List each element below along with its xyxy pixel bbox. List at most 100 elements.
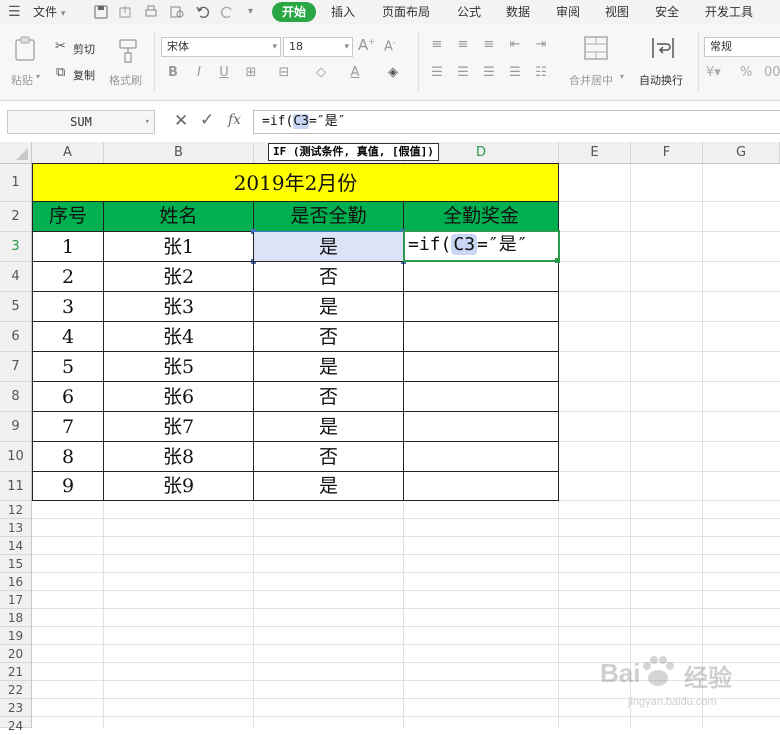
decrease-font-icon[interactable]: A- xyxy=(384,38,396,54)
table-cell[interactable] xyxy=(404,262,559,292)
table-cell[interactable]: 张4 xyxy=(104,322,254,352)
increase-font-icon[interactable]: A+ xyxy=(358,36,375,54)
font-color-icon[interactable]: A xyxy=(347,65,363,81)
table-cell[interactable]: 是 xyxy=(254,352,404,382)
table-cell[interactable]: 4 xyxy=(32,322,104,352)
tab-developer[interactable]: 开发工具 xyxy=(705,0,753,24)
justify-icon[interactable]: ☰ xyxy=(507,65,523,81)
table-cell[interactable]: 8 xyxy=(32,442,104,472)
row-header-4[interactable]: 4 xyxy=(0,262,32,292)
table-cell[interactable]: 是 xyxy=(254,232,404,262)
table-cell[interactable]: 张8 xyxy=(104,442,254,472)
merge-style-icon[interactable]: ⊟ xyxy=(276,65,292,81)
column-header-e[interactable]: E xyxy=(559,142,631,164)
table-cell[interactable]: 9 xyxy=(32,472,104,501)
header-cell-name[interactable]: 姓名 xyxy=(104,202,254,232)
sheet-title-cell[interactable]: 2019年2月份 xyxy=(32,163,559,202)
row-header-13[interactable]: 13 xyxy=(0,519,32,537)
thousands-separator-icon[interactable]: 00 xyxy=(764,65,780,80)
row-header-11[interactable]: 11 xyxy=(0,472,32,501)
column-header-g[interactable]: G xyxy=(703,142,780,164)
table-cell[interactable] xyxy=(404,412,559,442)
table-cell[interactable] xyxy=(404,352,559,382)
row-header-17[interactable]: 17 xyxy=(0,591,32,609)
row-header-1[interactable]: 1 xyxy=(0,164,32,202)
column-header-a[interactable]: A xyxy=(32,142,104,164)
table-cell[interactable]: 张2 xyxy=(104,262,254,292)
confirm-icon[interactable]: ✓ xyxy=(200,110,214,130)
tab-start[interactable]: 开始 xyxy=(272,2,316,22)
distribute-icon[interactable]: ☷ xyxy=(533,65,549,81)
row-header-21[interactable]: 21 xyxy=(0,663,32,681)
table-cell[interactable]: 2 xyxy=(32,262,104,292)
format-painter-button[interactable]: 格式刷 xyxy=(108,30,148,90)
row-header-12[interactable]: 12 xyxy=(0,501,32,519)
column-header-b[interactable]: B xyxy=(104,142,254,164)
row-header-10[interactable]: 10 xyxy=(0,442,32,472)
header-cell-seq[interactable]: 序号 xyxy=(32,202,104,232)
table-cell[interactable]: 是 xyxy=(254,472,404,501)
quick-access-dropdown-icon[interactable]: ▾ xyxy=(248,0,253,24)
percent-icon[interactable]: % xyxy=(740,65,752,80)
header-cell-bonus[interactable]: 全勤奖金 xyxy=(404,202,559,232)
column-header-f[interactable]: F xyxy=(631,142,703,164)
row-header-22[interactable]: 22 xyxy=(0,681,32,699)
align-left-icon[interactable]: ☰ xyxy=(429,65,445,81)
row-header-9[interactable]: 9 xyxy=(0,412,32,442)
row-header-6[interactable]: 6 xyxy=(0,322,32,352)
table-cell[interactable]: 3 xyxy=(32,292,104,322)
tab-view[interactable]: 视图 xyxy=(605,0,629,24)
underline-icon[interactable]: U xyxy=(216,65,232,81)
copy-button[interactable]: ⧉ 复制 xyxy=(55,65,105,83)
align-bottom-icon[interactable]: ≡ xyxy=(481,37,497,53)
number-format-select[interactable]: 常规 xyxy=(704,37,780,57)
cancel-icon[interactable]: ✕ xyxy=(174,111,188,131)
currency-icon[interactable]: ¥▾ xyxy=(706,65,721,80)
decrease-indent-icon[interactable]: ⇤ xyxy=(507,37,523,53)
table-cell[interactable]: 6 xyxy=(32,382,104,412)
border-icon[interactable]: ⊞ xyxy=(243,65,259,81)
tab-security[interactable]: 安全 xyxy=(655,0,679,24)
name-box[interactable]: SUM ▾ xyxy=(7,110,155,134)
row-header-5[interactable]: 5 xyxy=(0,292,32,322)
cut-button[interactable]: ✂ 剪切 xyxy=(55,39,105,57)
print-preview-icon[interactable] xyxy=(170,5,184,19)
font-size-select[interactable]: 18 ▾ xyxy=(283,37,353,57)
merge-center-button[interactable]: 合并居中 ▾ xyxy=(565,30,627,90)
formula-input[interactable]: =if(C3=″是″ xyxy=(253,110,780,134)
table-cell[interactable]: 否 xyxy=(254,442,404,472)
bold-icon[interactable]: B xyxy=(165,65,181,81)
row-header-7[interactable]: 7 xyxy=(0,352,32,382)
align-middle-icon[interactable]: ≡ xyxy=(455,37,471,53)
row-header-16[interactable]: 16 xyxy=(0,573,32,591)
insert-function-icon[interactable]: fx xyxy=(228,112,241,128)
row-header-15[interactable]: 15 xyxy=(0,555,32,573)
table-cell[interactable]: 否 xyxy=(254,322,404,352)
tab-data[interactable]: 数据 xyxy=(506,0,530,24)
align-right-icon[interactable]: ☰ xyxy=(481,65,497,81)
spreadsheet-grid[interactable]: A B C D E F G 1 2 3 4 5 6 7 8 9 10 11 12… xyxy=(0,142,780,733)
table-cell[interactable]: 张6 xyxy=(104,382,254,412)
row-header-3[interactable]: 3 xyxy=(0,232,32,262)
row-header-18[interactable]: 18 xyxy=(0,609,32,627)
clear-format-icon[interactable]: ◈ xyxy=(385,65,401,81)
table-cell[interactable]: 张9 xyxy=(104,472,254,501)
fill-color-icon[interactable]: ◇ xyxy=(313,65,329,81)
table-cell[interactable] xyxy=(404,472,559,501)
table-cell[interactable]: 7 xyxy=(32,412,104,442)
undo-icon[interactable] xyxy=(196,5,210,19)
table-cell[interactable] xyxy=(404,292,559,322)
file-menu[interactable]: 文件 ▾ xyxy=(33,0,65,24)
tab-formulas[interactable]: 公式 xyxy=(457,0,481,24)
align-center-icon[interactable]: ☰ xyxy=(455,65,471,81)
header-cell-attendance[interactable]: 是否全勤 xyxy=(254,202,404,232)
row-header-20[interactable]: 20 xyxy=(0,645,32,663)
font-name-select[interactable]: 宋体 ▾ xyxy=(161,37,281,57)
row-header-23[interactable]: 23 xyxy=(0,699,32,717)
table-cell[interactable]: 5 xyxy=(32,352,104,382)
paste-button[interactable]: 粘贴 ▾ xyxy=(8,30,44,90)
redo-icon[interactable] xyxy=(220,5,234,19)
table-cell[interactable]: 否 xyxy=(254,262,404,292)
fill-handle[interactable] xyxy=(555,258,560,263)
row-header-14[interactable]: 14 xyxy=(0,537,32,555)
